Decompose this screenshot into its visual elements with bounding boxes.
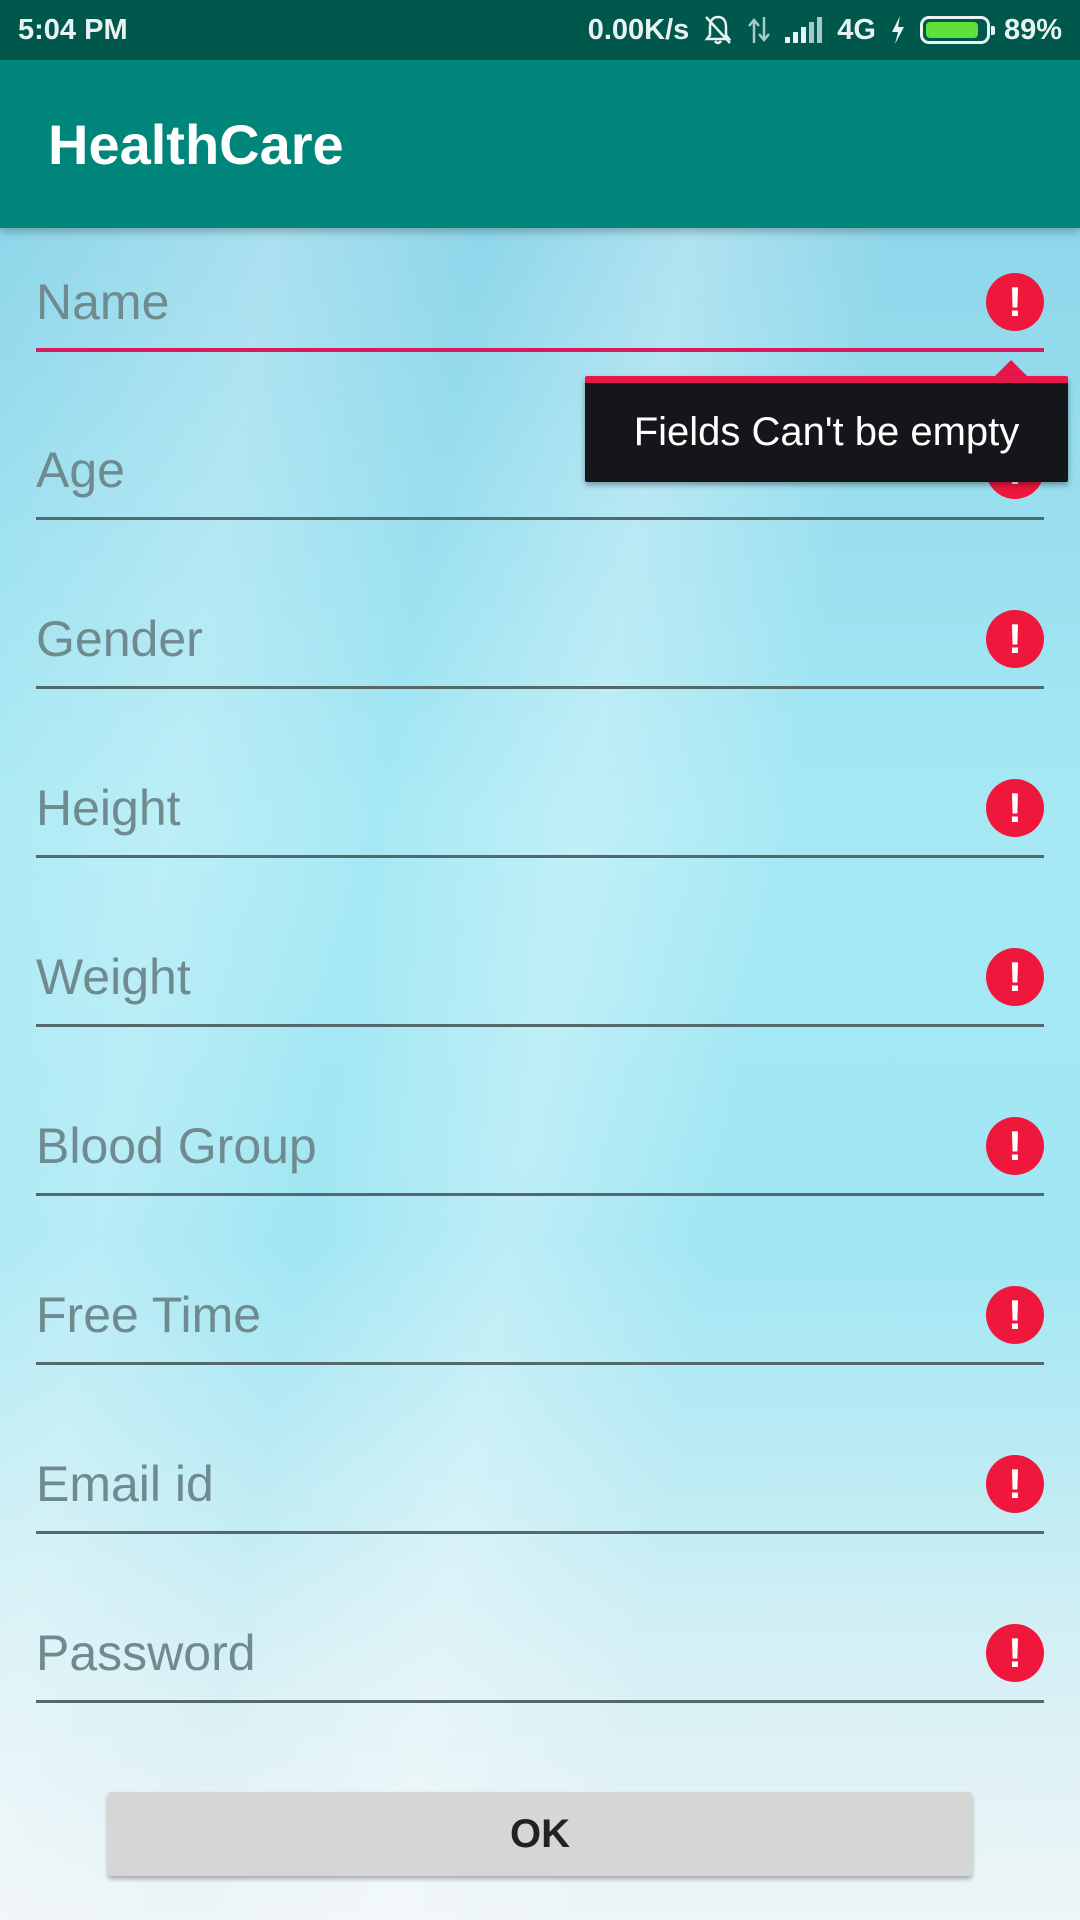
battery-icon <box>919 16 995 44</box>
height-input[interactable] <box>36 768 986 848</box>
email-input[interactable] <box>36 1444 986 1524</box>
password-input[interactable] <box>36 1613 986 1693</box>
age-underline <box>36 517 1044 520</box>
error-icon[interactable]: ! <box>986 1455 1044 1513</box>
network-type: 4G <box>837 13 876 46</box>
password-field[interactable]: ! <box>36 1603 1044 1703</box>
error-icon[interactable]: ! <box>986 779 1044 837</box>
error-icon[interactable]: ! <box>986 610 1044 668</box>
ok-button[interactable]: OK <box>108 1792 972 1876</box>
name-field[interactable]: ! <box>36 252 1044 352</box>
blood-group-underline <box>36 1193 1044 1196</box>
error-icon[interactable]: ! <box>986 1624 1044 1682</box>
name-underline <box>36 348 1044 352</box>
weight-input[interactable] <box>36 937 986 1017</box>
network-speed: 0.00K/s <box>587 13 690 46</box>
gender-underline <box>36 686 1044 689</box>
gender-field[interactable]: ! <box>36 589 1044 689</box>
status-bar: 5:04 PM 0.00K/s 4G 89% <box>0 0 1080 60</box>
app-title: HealthCare <box>48 112 344 176</box>
data-transfer-icon <box>747 15 771 45</box>
password-underline <box>36 1700 1044 1703</box>
charging-icon <box>890 15 906 45</box>
email-field[interactable]: ! <box>36 1434 1044 1534</box>
free-time-underline <box>36 1362 1044 1365</box>
free-time-field[interactable]: ! <box>36 1265 1044 1365</box>
tooltip-arrow <box>994 360 1028 377</box>
app-bar: HealthCare <box>0 60 1080 228</box>
height-field[interactable]: ! <box>36 758 1044 858</box>
blood-group-field[interactable]: ! <box>36 1096 1044 1196</box>
error-icon[interactable]: ! <box>986 1117 1044 1175</box>
email-underline <box>36 1531 1044 1534</box>
error-tooltip: Fields Can't be empty <box>585 376 1068 482</box>
free-time-input[interactable] <box>36 1275 986 1355</box>
gender-input[interactable] <box>36 599 986 679</box>
status-icons: 0.00K/s 4G 89% <box>588 14 1062 47</box>
error-icon[interactable]: ! <box>986 273 1044 331</box>
error-icon[interactable]: ! <box>986 1286 1044 1344</box>
mute-bell-icon <box>703 14 733 46</box>
height-underline <box>36 855 1044 858</box>
weight-field[interactable]: ! <box>36 927 1044 1027</box>
name-input[interactable] <box>36 262 986 342</box>
signal-icon <box>785 17 823 43</box>
blood-group-input[interactable] <box>36 1106 986 1186</box>
battery-percent: 89% <box>1003 13 1062 46</box>
error-icon[interactable]: ! <box>986 948 1044 1006</box>
status-time: 5:04 PM <box>18 13 128 46</box>
weight-underline <box>36 1024 1044 1027</box>
